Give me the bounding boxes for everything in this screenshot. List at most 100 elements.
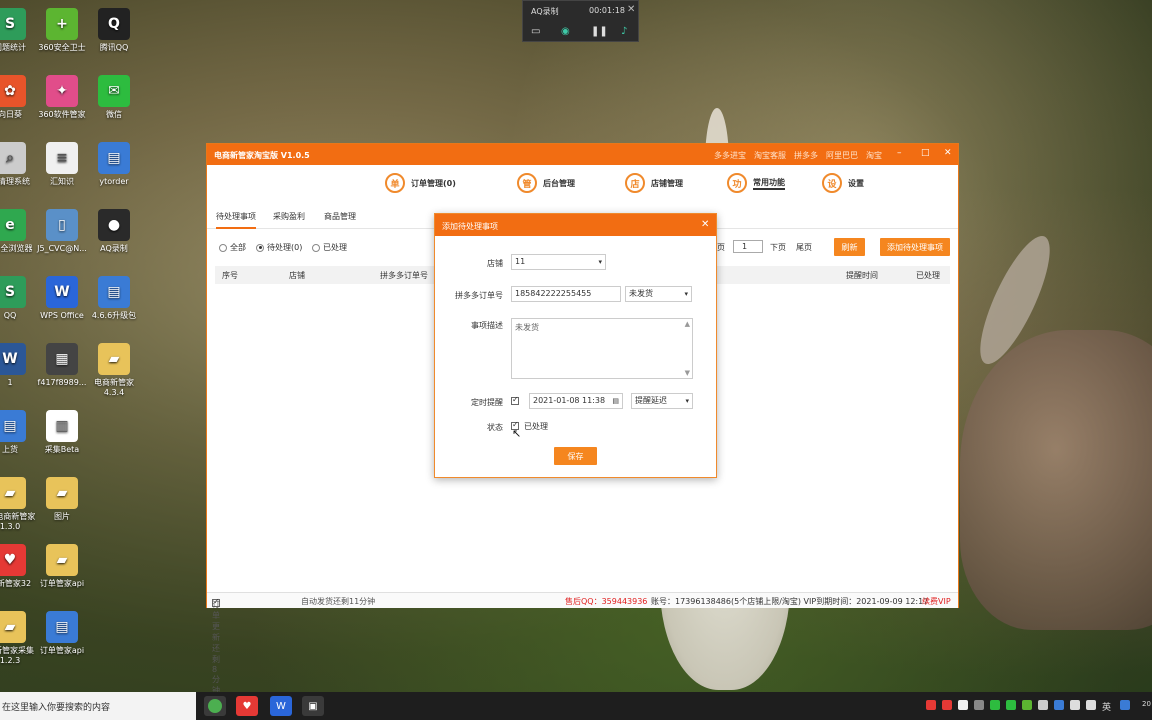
file-icon: ▯: [46, 209, 78, 241]
folder-icon: ▰: [0, 477, 26, 509]
refresh-button[interactable]: 刷新: [834, 238, 865, 256]
radio-dot: [312, 243, 320, 252]
desktop-shortcut-label: 采集Beta: [44, 445, 80, 454]
desktop-shortcut[interactable]: ▰ 图片: [32, 477, 92, 522]
tab-pending[interactable]: 待处理事项: [216, 211, 256, 229]
nav-label: 常用功能: [753, 177, 785, 190]
radio-label: 已处理: [323, 243, 347, 252]
order-icon: 单: [385, 173, 405, 193]
tab-products[interactable]: 商品管理: [324, 211, 356, 222]
nav-shops[interactable]: 店 店铺管理: [625, 173, 683, 193]
desktop-shortcut[interactable]: +360安全卫士: [32, 8, 92, 53]
desktop-shortcut[interactable]: ✦ 360软件管家: [32, 75, 92, 120]
timer-checkbox[interactable]: [511, 395, 519, 405]
filter-done-radio[interactable]: 已处理: [312, 242, 347, 253]
record-icon[interactable]: ◉: [561, 26, 570, 37]
nav-functions[interactable]: 功 常用功能: [727, 173, 785, 193]
tray-app-icon[interactable]: [1038, 700, 1048, 710]
order-number-input[interactable]: 185842222255455: [511, 286, 621, 302]
screen-recorder-bar[interactable]: AQ录制 00:01:18 ✕ ▭ ◉ ❚❚ ♪: [522, 0, 639, 42]
scroll-up-icon[interactable]: ▲: [685, 320, 690, 328]
maximize-icon[interactable]: □: [921, 148, 930, 158]
order-label: 拼多多订单号: [455, 291, 503, 300]
calendar-icon[interactable]: ▤: [612, 394, 619, 408]
desktop-shortcut-label: 汇知识: [50, 177, 74, 186]
desktop-shortcut[interactable]: W WPS Office: [32, 276, 92, 321]
nav-settings[interactable]: 设 设置: [822, 173, 864, 193]
penguin-icon: Q: [98, 8, 130, 40]
reminder-delay-select[interactable]: 提醒延迟 ▾: [631, 393, 693, 409]
desktop-shortcut-label: 订单管家api: [39, 646, 85, 655]
tray-app-icon[interactable]: [926, 700, 936, 710]
folder-icon: ▰: [0, 611, 26, 643]
volume-icon[interactable]: [1086, 700, 1096, 710]
desktop-shortcut[interactable]: ▦ f417f8989...: [32, 343, 92, 388]
app-top-links: 多多进宝 淘宝客服 拼多多 阿里巴巴 淘宝: [714, 150, 882, 161]
top-link[interactable]: 多多进宝: [714, 150, 746, 161]
tray-wechat-icon[interactable]: [990, 700, 1000, 710]
dialog-close-icon[interactable]: ✕: [701, 219, 709, 230]
top-link[interactable]: 淘宝: [866, 150, 882, 161]
browser-taskbar-icon[interactable]: [204, 696, 226, 716]
top-link[interactable]: 淘宝客服: [754, 150, 786, 161]
tab-purchase-profit[interactable]: 采购盈利: [273, 211, 305, 222]
desktop-shortcut[interactable]: ▤ ytorder: [84, 142, 144, 187]
top-link[interactable]: 拼多多: [794, 150, 818, 161]
microphone-icon[interactable]: ♪: [621, 26, 627, 37]
last-page-link[interactable]: 尾页: [796, 242, 812, 253]
desktop-shortcut[interactable]: ≡ 汇知识: [32, 142, 92, 187]
minimize-icon[interactable]: –: [897, 148, 902, 158]
desktop-shortcut[interactable]: Q 腾讯QQ: [84, 8, 144, 53]
desktop-shortcut[interactable]: ▯ J5_CVC@N...: [32, 209, 92, 254]
desktop-shortcut[interactable]: ● AQ录制: [84, 209, 144, 254]
desktop-shortcut[interactable]: ▰ 订单管家api: [32, 544, 92, 589]
next-page-link[interactable]: 下页: [770, 242, 786, 253]
close-icon[interactable]: ✕: [944, 148, 952, 158]
desktop-shortcut[interactable]: ▤ 4.6.6升级包: [84, 276, 144, 321]
wps-taskbar-icon[interactable]: W: [270, 696, 292, 716]
save-button[interactable]: 保存: [554, 447, 597, 465]
settings-icon: 设: [822, 173, 842, 193]
clock[interactable]: 20: [1142, 700, 1151, 708]
desktop-shortcut-label: 图片: [54, 512, 70, 521]
filter-pending-radio[interactable]: 待处理(0): [256, 242, 302, 253]
nav-label: 后台管理: [543, 178, 575, 188]
reminder-datetime-input[interactable]: 2021-01-08 11:38 ▤: [529, 393, 623, 409]
scroll-down-icon[interactable]: ▼: [685, 369, 690, 377]
chevron-down-icon: ▾: [598, 258, 602, 266]
renew-vip-link[interactable]: 续费VIP: [922, 596, 951, 607]
ecommerce-app-taskbar-icon[interactable]: ♥: [236, 696, 258, 716]
nav-backend[interactable]: 管 后台管理: [517, 173, 575, 193]
pause-icon[interactable]: ❚❚: [591, 26, 608, 37]
taskbar-search-input[interactable]: 在这里输入你要搜索的内容: [0, 692, 196, 720]
reminder-delay-value: 提醒延迟: [635, 396, 667, 405]
desktop-shortcut[interactable]: ▤ 订单管家api: [32, 611, 92, 656]
desktop-shortcut[interactable]: ✉ 微信: [84, 75, 144, 120]
ime-indicator[interactable]: 英: [1102, 700, 1111, 713]
recorder-close-icon[interactable]: ✕: [627, 4, 635, 15]
tray-app-icon[interactable]: [1006, 700, 1016, 710]
tray-app-icon[interactable]: [942, 700, 952, 710]
description-textarea[interactable]: 未发货 ▲ ▼: [511, 318, 693, 379]
state-label: 状态: [487, 423, 503, 432]
tray-360-icon[interactable]: [1022, 700, 1032, 710]
tray-qq-icon[interactable]: [958, 700, 968, 710]
tray-q-icon[interactable]: [1120, 700, 1130, 710]
tray-app-icon[interactable]: [1054, 700, 1064, 710]
desktop-shortcut[interactable]: ▰ 电商新管家4.3.4: [84, 343, 144, 398]
browser-icon: e: [0, 209, 26, 241]
desktop-shortcut-label: 360软件管家: [38, 110, 86, 119]
order-status-select[interactable]: 未发货 ▾: [625, 286, 692, 302]
plus-icon: +: [46, 8, 78, 40]
nav-orders[interactable]: 单 订单管理(0): [385, 173, 456, 193]
add-pending-button[interactable]: 添加待处理事项: [880, 238, 950, 256]
network-icon[interactable]: [1070, 700, 1080, 710]
page-number-input[interactable]: 1: [733, 240, 763, 253]
tray-app-icon[interactable]: [974, 700, 984, 710]
desktop-shortcut[interactable]: ▥ 采集Beta: [32, 410, 92, 455]
computer-taskbar-icon[interactable]: ▣: [302, 696, 324, 716]
filter-all-radio[interactable]: 全部: [219, 242, 246, 253]
window-icon[interactable]: ▭: [531, 26, 540, 37]
top-link[interactable]: 阿里巴巴: [826, 150, 858, 161]
shop-select[interactable]: 11 ▾: [511, 254, 606, 270]
